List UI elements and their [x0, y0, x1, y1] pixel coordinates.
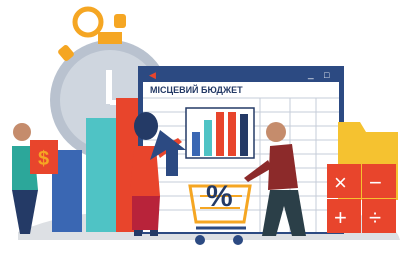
calc-key-plus: + [334, 205, 347, 230]
mini-bar-chart-card [185, 107, 255, 159]
calc-key-divide: ÷ [369, 205, 381, 230]
dollar-symbol: $ [38, 148, 49, 170]
budget-illustration: ◀ _ □ МІСЦЕВИЙ БЮДЖЕТ % $ × − + ÷ [0, 0, 408, 256]
minimize-button[interactable]: _ [307, 69, 314, 80]
money-man-figure [12, 123, 38, 234]
maximize-button[interactable]: □ [324, 70, 330, 80]
calc-key-multiply: × [334, 170, 347, 195]
window-title: МІСЦЕВИЙ БЮДЖЕТ [150, 84, 243, 95]
money-tile: $ [30, 140, 58, 174]
back-arrow-icon[interactable]: ◀ [149, 70, 156, 80]
percent-symbol: % [206, 180, 233, 213]
calc-key-minus: − [369, 170, 382, 195]
